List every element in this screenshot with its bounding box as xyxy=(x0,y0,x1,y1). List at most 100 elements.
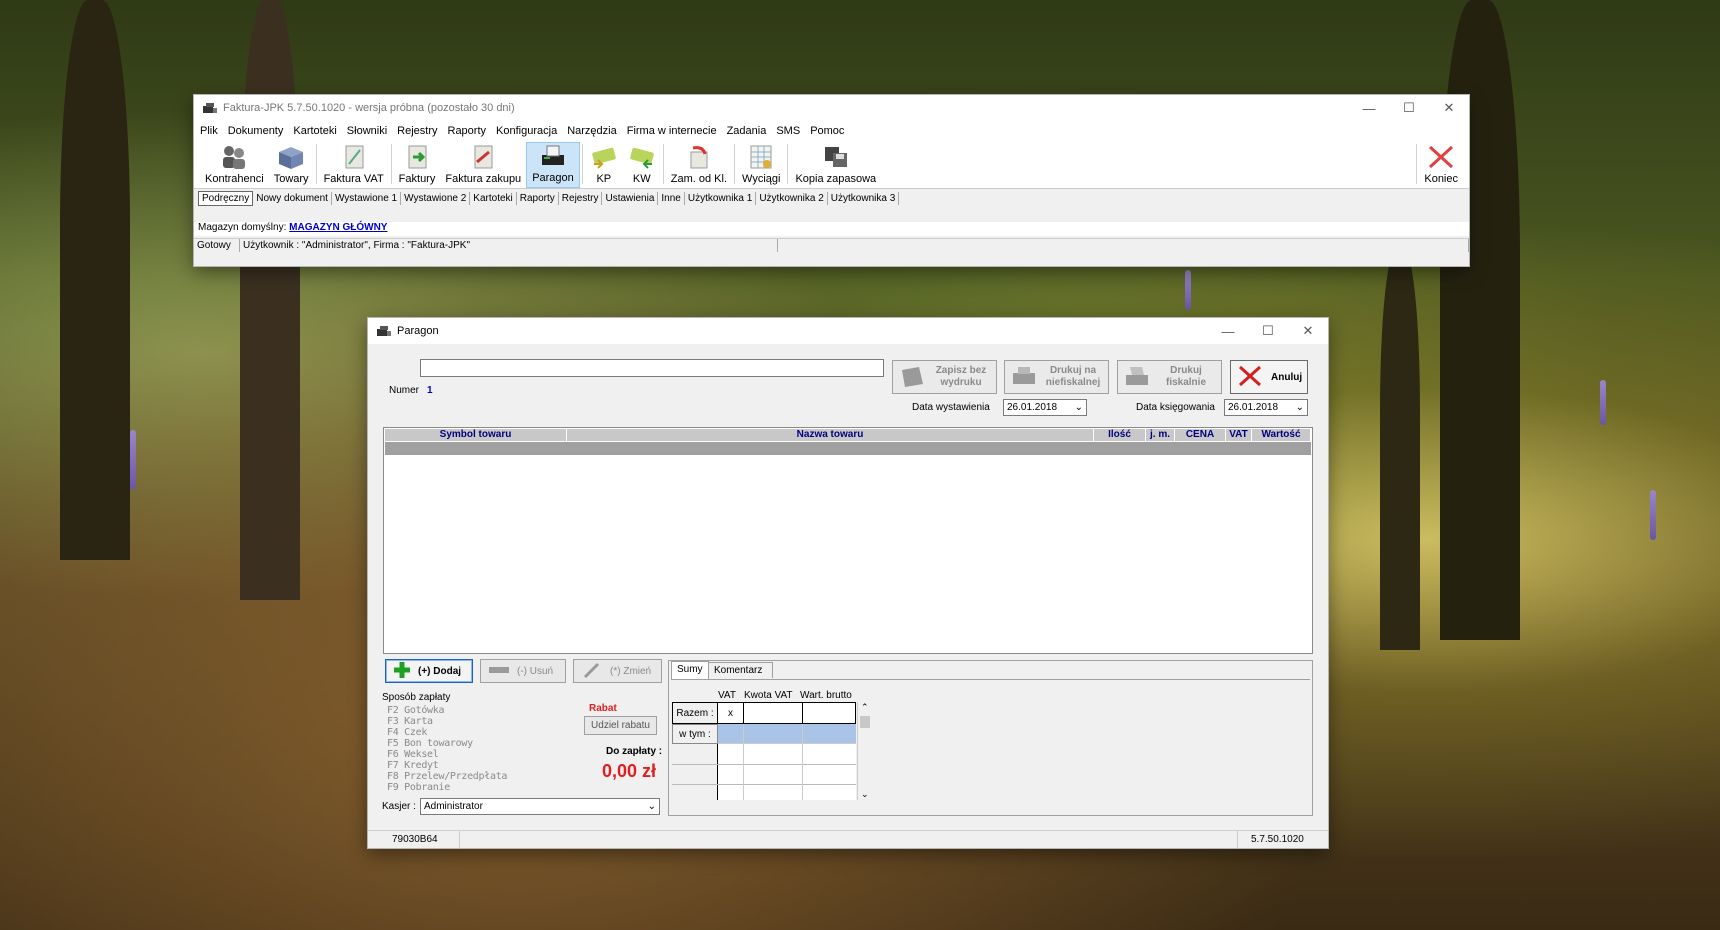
toolbar-separator xyxy=(734,144,736,184)
tab-rejestry[interactable]: Rejestry xyxy=(559,192,603,205)
col-wartosc[interactable]: Wartość xyxy=(1252,429,1311,441)
menu-konfiguracja[interactable]: Konfiguracja xyxy=(496,125,557,137)
warehouse-label: Magazyn domyślny: xyxy=(198,222,287,233)
tab-inne[interactable]: Inne xyxy=(658,192,685,205)
status-version: 5.7.50.1020 xyxy=(1251,834,1304,845)
minimize-icon[interactable]: — xyxy=(1349,95,1389,121)
tab-uzytkownika-2[interactable]: Użytkownika 2 xyxy=(756,192,828,205)
warehouse-link[interactable]: MAGAZYN GŁÓWNY xyxy=(289,222,387,233)
maximize-icon[interactable]: ☐ xyxy=(1248,318,1288,344)
payment-pobranie[interactable]: F9 Pobranie xyxy=(387,782,450,793)
payment-czek[interactable]: F4 Czek xyxy=(387,727,427,738)
data-wystawienia-value: 26.01.2018 xyxy=(1007,402,1058,413)
status-user: Użytkownik : "Administrator", Firma : "F… xyxy=(240,239,778,252)
udziel-rabatu-button[interactable]: Udziel rabatu xyxy=(584,716,657,735)
order-icon xyxy=(685,144,713,170)
main-title: Faktura-JPK 5.7.50.1020 - wersja próbna … xyxy=(223,102,515,114)
menu-dokumenty[interactable]: Dokumenty xyxy=(228,125,284,137)
menu-firma-w-internecie[interactable]: Firma w internecie xyxy=(627,125,717,137)
col-symbol-towaru[interactable]: Symbol towaru xyxy=(385,429,567,441)
menu-zadania[interactable]: Zadania xyxy=(727,125,767,137)
scroll-up-icon[interactable]: ⌃ xyxy=(861,702,869,713)
tab-kartoteki[interactable]: Kartoteki xyxy=(470,192,517,205)
scroll-down-icon[interactable]: ⌄ xyxy=(861,789,869,800)
payment-karta[interactable]: F3 Karta xyxy=(387,716,433,727)
tab-nowy-dokument[interactable]: Nowy dokument xyxy=(253,192,332,205)
items-grid[interactable]: Symbol towaru Nazwa towaru Ilość j. m. C… xyxy=(383,427,1313,654)
menu-pomoc[interactable]: Pomoc xyxy=(810,125,844,137)
zmien-button[interactable]: (*) Zmień xyxy=(573,659,662,683)
w-tym-selected-row[interactable] xyxy=(718,724,856,744)
zapisz-bez-wydruku-button[interactable]: Zapisz bez wydruku xyxy=(892,360,997,394)
scroll-thumb[interactable] xyxy=(860,716,870,728)
document-number-input[interactable] xyxy=(420,359,884,377)
minimize-icon[interactable]: — xyxy=(1208,318,1248,344)
menu-narzedzia[interactable]: Narzędzia xyxy=(567,125,617,137)
kasjer-select[interactable]: Administrator ⌄ xyxy=(420,798,660,815)
anuluj-button[interactable]: Anuluj xyxy=(1230,360,1308,394)
paragon-button[interactable]: Paragon xyxy=(526,142,580,188)
menu-slowniki[interactable]: Słowniki xyxy=(347,125,387,137)
tab-uzytkownika-1[interactable]: Użytkownika 1 xyxy=(685,192,757,205)
payment-gotowka[interactable]: F2 Gotówka xyxy=(387,705,445,716)
wyciagi-button[interactable]: Wyciągi xyxy=(737,142,785,188)
tab-ustawienia[interactable]: Ustawienia xyxy=(602,192,659,205)
koniec-label: Koniec xyxy=(1424,173,1458,185)
drukuj-fiskalnie-button[interactable]: Drukuj fiskalnie xyxy=(1117,360,1222,394)
tab-raporty[interactable]: Raporty xyxy=(517,192,559,205)
minus-icon xyxy=(489,666,509,677)
menu-rejestry[interactable]: Rejestry xyxy=(397,125,437,137)
zam-od-kl-button[interactable]: Zam. od Kl. xyxy=(666,142,732,188)
tab-sumy[interactable]: Sumy xyxy=(671,661,709,679)
menu-raporty[interactable]: Raporty xyxy=(448,125,487,137)
menu-plik[interactable]: Plik xyxy=(200,125,218,137)
tab-uzytkownika-3[interactable]: Użytkownika 3 xyxy=(828,192,900,205)
kp-button[interactable]: KP xyxy=(585,142,623,188)
payment-kredyt[interactable]: F7 Kredyt xyxy=(387,760,439,771)
usun-button[interactable]: (-) Usuń xyxy=(480,659,566,683)
faktura-zakupu-button[interactable]: Faktura zakupu xyxy=(440,142,526,188)
close-icon[interactable]: ✕ xyxy=(1429,95,1469,121)
kw-button[interactable]: KW xyxy=(623,142,661,188)
tab-podreczny[interactable]: Podręczny xyxy=(198,191,254,206)
receipt-printer-icon xyxy=(539,143,567,169)
data-ksiegowania-picker[interactable]: 26.01.2018 ⌄ xyxy=(1224,399,1308,416)
drukuj-niefiskalnie-button[interactable]: Drukuj na niefiskalnej xyxy=(1004,360,1109,394)
sums-panel: Sumy Komentarz VAT Kwota VAT Wart. brutt… xyxy=(668,660,1313,816)
kp-label: KP xyxy=(596,173,612,185)
data-wystawienia-picker[interactable]: 26.01.2018 ⌄ xyxy=(1003,399,1087,416)
do-zaplaty-label: Do zapłaty : xyxy=(606,746,663,757)
kw-label: KW xyxy=(632,173,651,185)
payment-bon-towarowy[interactable]: F5 Bon towarowy xyxy=(387,738,473,749)
menu-kartoteki[interactable]: Kartoteki xyxy=(293,125,336,137)
menu-sms[interactable]: SMS xyxy=(776,125,800,137)
faktura-vat-label: Faktura VAT xyxy=(323,173,384,185)
tab-komentarz[interactable]: Komentarz xyxy=(709,662,773,678)
close-icon[interactable]: ✕ xyxy=(1288,318,1328,344)
tree-trunk xyxy=(60,0,130,560)
tab-wystawione-1[interactable]: Wystawione 1 xyxy=(332,192,402,205)
koniec-button[interactable]: Koniec xyxy=(1419,142,1463,188)
kopia-zapasowa-button[interactable]: Kopia zapasowa xyxy=(790,142,881,188)
maximize-icon[interactable]: ☐ xyxy=(1389,95,1429,121)
kontrahenci-button[interactable]: Kontrahenci xyxy=(200,142,269,188)
col-nazwa-towaru[interactable]: Nazwa towaru xyxy=(567,429,1094,441)
purchase-invoice-icon xyxy=(469,144,497,170)
faktury-button[interactable]: Faktury xyxy=(394,142,441,188)
towary-button[interactable]: Towary xyxy=(269,142,314,188)
faktura-vat-button[interactable]: Faktura VAT xyxy=(319,142,389,188)
sums-scrollbar[interactable]: ⌃ ⌄ xyxy=(857,702,871,800)
invoices-icon xyxy=(403,144,431,170)
payment-przelew[interactable]: F8 Przelew/Przedpłata xyxy=(387,771,507,782)
quick-tabs: Podręczny Nowy dokument Wystawione 1 Wys… xyxy=(194,190,1469,207)
products-icon xyxy=(277,144,305,170)
col-vat[interactable]: VAT xyxy=(1226,429,1252,441)
payment-weksel[interactable]: F6 Weksel xyxy=(387,749,439,760)
tab-wystawione-2[interactable]: Wystawione 2 xyxy=(401,192,471,205)
dodaj-button[interactable]: (+) Dodaj xyxy=(385,659,473,683)
col-jm[interactable]: j. m. xyxy=(1146,429,1175,441)
col-cena[interactable]: CENA xyxy=(1175,429,1226,441)
chevron-down-icon: ⌄ xyxy=(1295,402,1304,413)
main-menubar: Plik Dokumenty Kartoteki Słowniki Rejest… xyxy=(194,121,1469,141)
col-ilosc[interactable]: Ilość xyxy=(1094,429,1146,441)
